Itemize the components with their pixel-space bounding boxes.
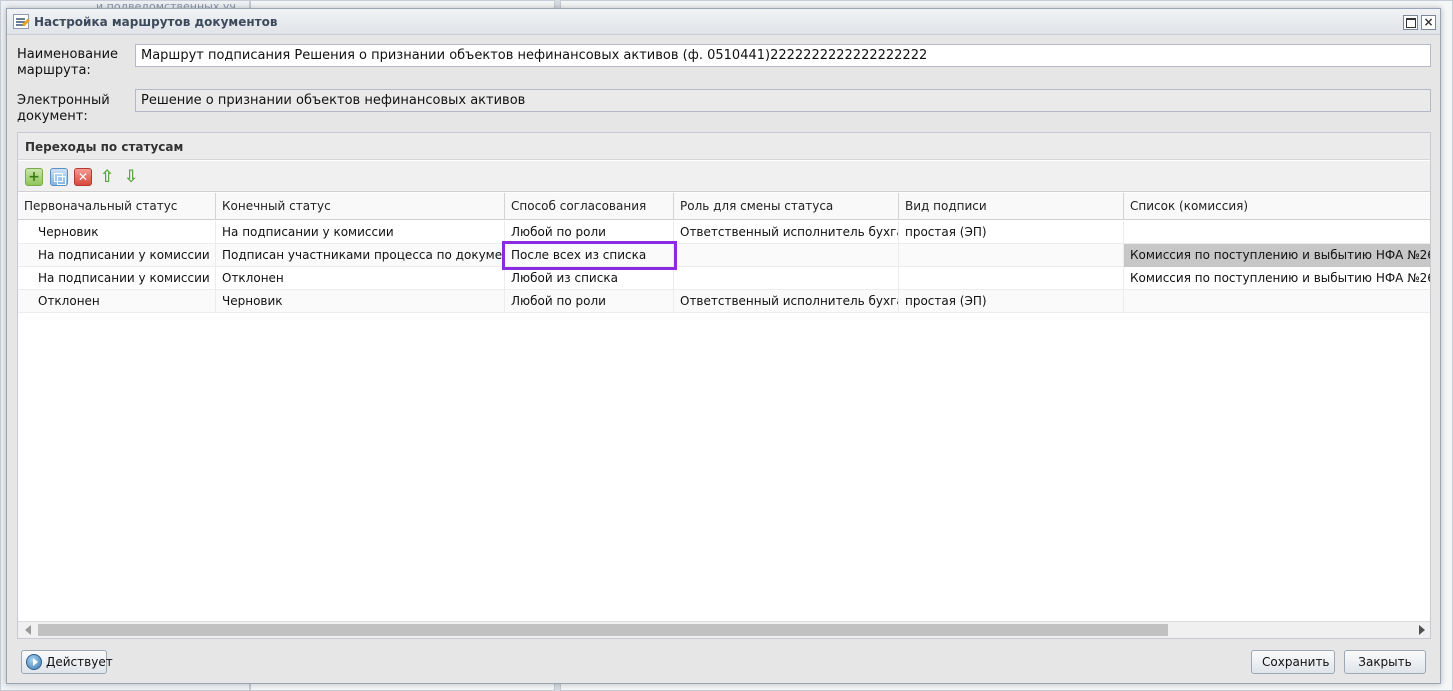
selected-cell-highlight xyxy=(502,241,677,270)
grid-header: Первоначальный статус Конечный статус Сп… xyxy=(18,193,1430,220)
cell-signature-type[interactable]: простая (ЭП) xyxy=(899,221,1124,244)
cell-final-status[interactable]: Отклонен xyxy=(216,267,505,290)
column-header-final-status[interactable]: Конечный статус xyxy=(216,193,505,220)
cell-role[interactable]: Ответственный исполнитель бухга... xyxy=(674,290,899,313)
column-header-initial-status[interactable]: Первоначальный статус xyxy=(18,193,216,220)
route-name-label: Наименование маршрута: xyxy=(17,47,119,78)
close-icon[interactable]: × xyxy=(1421,15,1436,30)
cell-commission-list[interactable]: Комиссия по поступлению и выбытию НФА №2… xyxy=(1124,244,1430,267)
arrow-up-icon[interactable]: ⇧ xyxy=(100,168,114,186)
scroll-right-icon[interactable] xyxy=(1419,625,1425,635)
cell-final-status[interactable]: Подписан участниками процесса по докумен… xyxy=(216,244,505,267)
cell-commission-list[interactable] xyxy=(1124,221,1430,244)
horizontal-scrollbar[interactable] xyxy=(18,621,1430,638)
cell-final-status[interactable]: На подписании у комиссии xyxy=(216,221,505,244)
column-header-signature-type[interactable]: Вид подписи xyxy=(899,193,1124,220)
add-icon[interactable]: + xyxy=(25,168,43,186)
cell-commission-list[interactable]: Комиссия по поступлению и выбытию НФА №2… xyxy=(1124,267,1430,290)
cell-role[interactable]: Ответственный исполнитель бухга... xyxy=(674,221,899,244)
transitions-grid: Первоначальный статус Конечный статус Сп… xyxy=(18,193,1430,622)
cell-signature-type[interactable]: простая (ЭП) xyxy=(899,290,1124,313)
document-edit-icon xyxy=(13,14,29,29)
status-active-label: Действует xyxy=(46,655,113,669)
cell-initial-status[interactable]: Черновик xyxy=(18,221,216,244)
dialog-titlebar[interactable]: Настройка маршрутов документов × xyxy=(7,9,1440,35)
delete-icon[interactable]: ✕ xyxy=(74,168,92,186)
column-header-role[interactable]: Роль для смены статуса xyxy=(674,193,899,220)
cell-signature-type[interactable] xyxy=(899,244,1124,267)
table-row[interactable]: Черновик На подписании у комиссии Любой … xyxy=(18,221,1430,244)
table-row[interactable]: На подписании у комиссии Отклонен Любой … xyxy=(18,267,1430,290)
route-settings-dialog: Настройка маршрутов документов × Наимено… xyxy=(6,8,1441,684)
cell-commission-list[interactable] xyxy=(1124,290,1430,313)
scroll-left-icon[interactable] xyxy=(25,625,31,635)
document-field[interactable]: Решение о признании объектов нефинансовы… xyxy=(135,89,1431,112)
cell-role[interactable] xyxy=(674,244,899,267)
panel-title: Переходы по статусам xyxy=(18,133,1430,160)
cell-final-status[interactable]: Черновик xyxy=(216,290,505,313)
copy-icon[interactable] xyxy=(50,168,68,186)
cell-initial-status[interactable]: Отклонен xyxy=(18,290,216,313)
maximize-icon[interactable] xyxy=(1403,15,1418,30)
cell-role[interactable] xyxy=(674,267,899,290)
table-row[interactable]: На подписании у комиссии Подписан участн… xyxy=(18,244,1430,267)
close-button[interactable]: Закрыть xyxy=(1344,650,1426,674)
status-transitions-panel: Переходы по статусам + ✕ ⇧ ⇩ Первоначаль… xyxy=(17,132,1431,639)
dialog-title: Настройка маршрутов документов xyxy=(34,15,278,29)
arrow-down-icon[interactable]: ⇩ xyxy=(124,168,138,186)
grid-toolbar: + ✕ ⇧ ⇩ xyxy=(18,161,1430,192)
column-header-commission-list[interactable]: Список (комиссия) xyxy=(1124,193,1430,220)
cell-signature-type[interactable] xyxy=(899,267,1124,290)
play-status-icon xyxy=(26,654,42,670)
cell-approval-method[interactable]: Любой по роли xyxy=(505,290,674,313)
table-row[interactable]: Отклонен Черновик Любой по роли Ответств… xyxy=(18,290,1430,313)
cell-initial-status[interactable]: На подписании у комиссии xyxy=(18,244,216,267)
cell-approval-method[interactable]: Любой из списка xyxy=(505,267,674,290)
column-header-approval-method[interactable]: Способ согласования xyxy=(505,193,674,220)
save-button[interactable]: Сохранить xyxy=(1251,650,1335,674)
cell-initial-status[interactable]: На подписании у комиссии xyxy=(18,267,216,290)
status-active-button[interactable]: Действует xyxy=(21,650,113,674)
route-name-input[interactable]: Маршрут подписания Решения о признании о… xyxy=(135,44,1431,67)
scrollbar-thumb[interactable] xyxy=(38,624,1168,636)
document-label: Электронный документ: xyxy=(17,93,110,124)
